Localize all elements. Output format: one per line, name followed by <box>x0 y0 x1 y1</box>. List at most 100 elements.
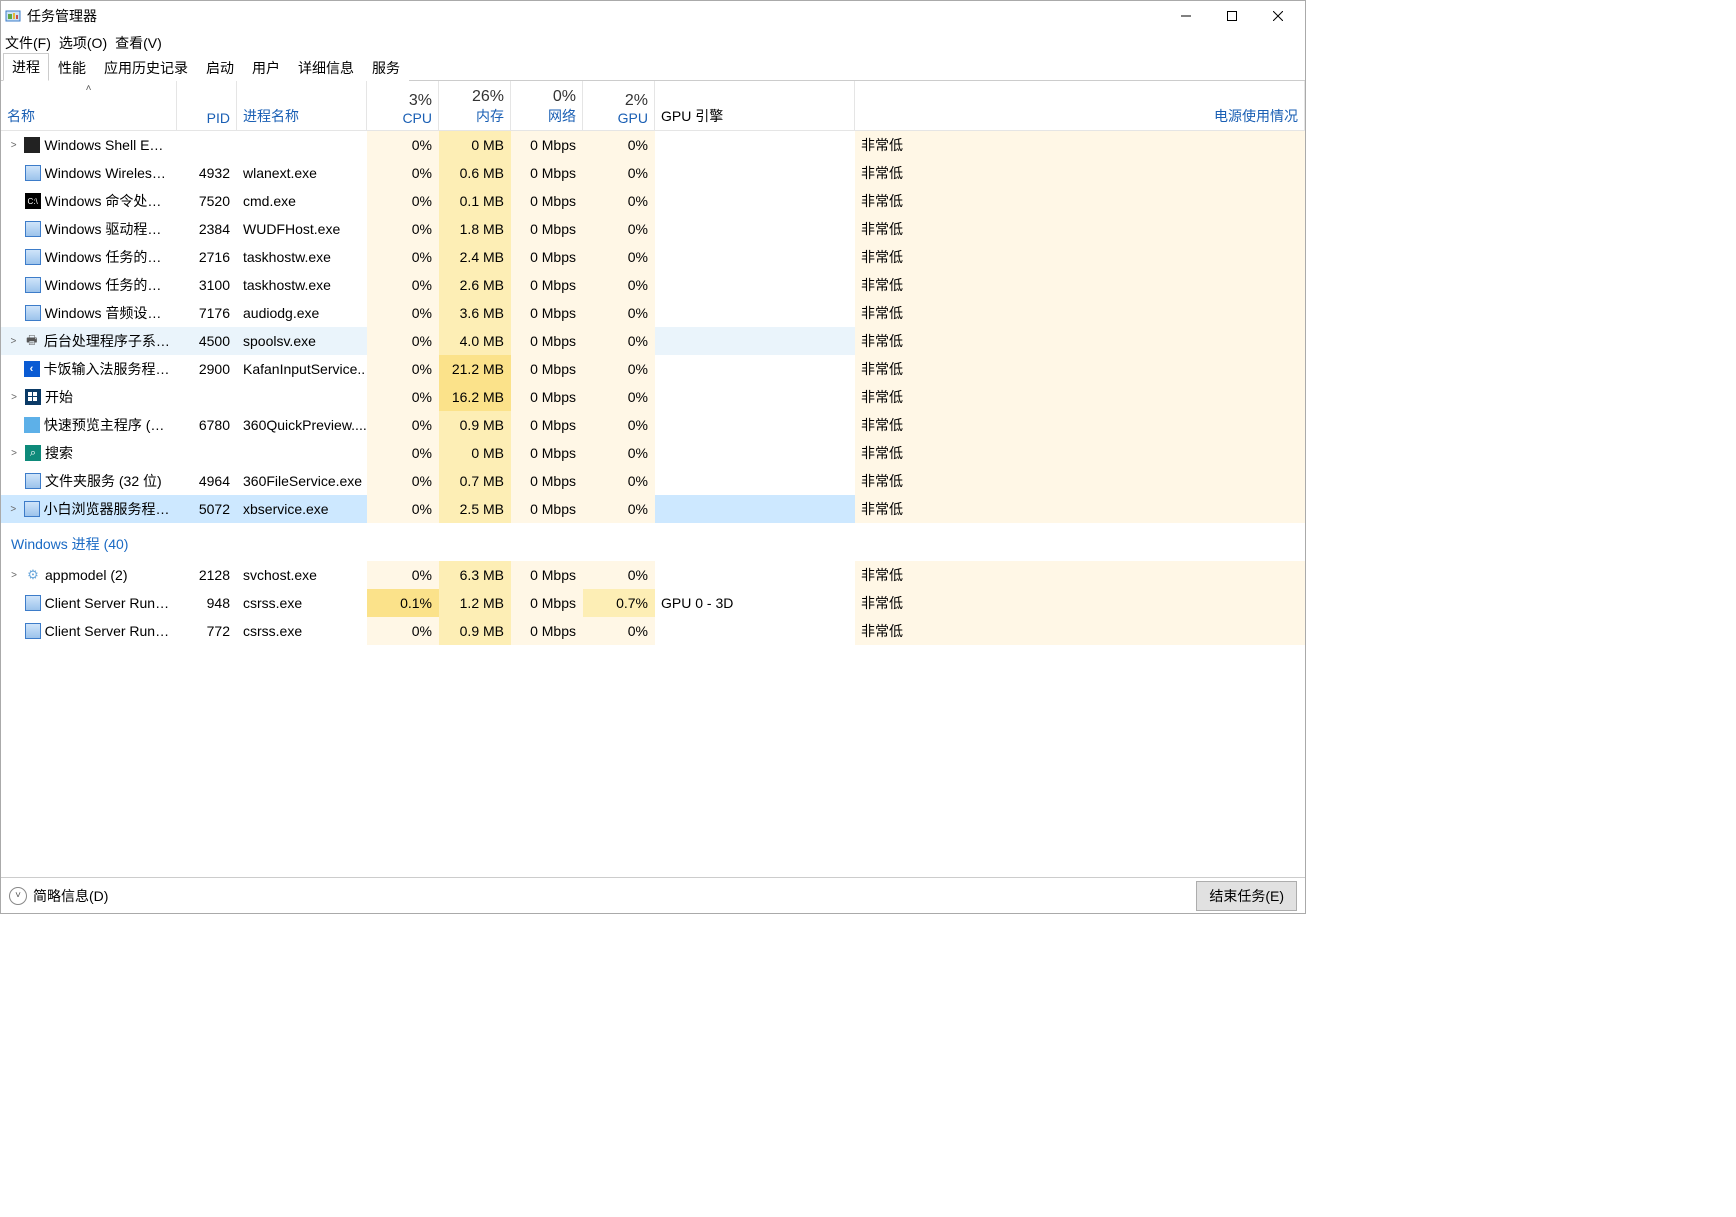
cell-gpu-engine <box>655 243 855 271</box>
process-name-label: 搜索 <box>45 443 73 463</box>
cell-gpu-engine <box>655 439 855 467</box>
expand-toggle[interactable]: > <box>7 504 20 515</box>
process-row[interactable]: Windows 任务的主... 2716 taskhostw.exe 0% 2.… <box>1 243 1305 271</box>
cell-memory: 0 MB <box>439 439 511 467</box>
cell-cpu: 0% <box>367 467 439 495</box>
cell-process-exe: KafanInputService.... <box>237 355 367 383</box>
fewer-details-toggle[interactable]: ˅ 简略信息(D) <box>9 886 108 906</box>
cell-name: > 🖶 后台处理程序子系统... <box>1 327 177 355</box>
app-icon <box>25 305 41 321</box>
expand-toggle[interactable]: > <box>7 140 20 151</box>
process-row[interactable]: Client Server Runti... 948 csrss.exe 0.1… <box>1 589 1305 617</box>
header-network[interactable]: 0%网络 <box>511 81 583 130</box>
cell-process-exe: taskhostw.exe <box>237 271 367 299</box>
cell-cpu: 0% <box>367 243 439 271</box>
minimize-button[interactable] <box>1163 1 1209 31</box>
menu-options[interactable]: 选项(O) <box>59 33 107 53</box>
menu-file[interactable]: 文件(F) <box>5 33 51 53</box>
header-name[interactable]: ˄ 名称 <box>1 81 177 130</box>
cell-gpu-engine <box>655 617 855 645</box>
cell-name: > ⌕ 搜索 <box>1 439 177 467</box>
cell-gpu: 0% <box>583 561 655 589</box>
process-row[interactable]: Client Server Runti... 772 csrss.exe 0% … <box>1 617 1305 645</box>
cell-name: > ⚙ appmodel (2) <box>1 561 177 589</box>
cell-gpu-engine: GPU 0 - 3D <box>655 589 855 617</box>
process-row[interactable]: 快速预览主程序 (32 ... 6780 360QuickPreview....… <box>1 411 1305 439</box>
process-row[interactable]: 文件夹服务 (32 位) 4964 360FileService.exe 0% … <box>1 467 1305 495</box>
header-gpu[interactable]: 2%GPU <box>583 81 655 130</box>
process-row[interactable]: Windows 任务的主... 3100 taskhostw.exe 0% 2.… <box>1 271 1305 299</box>
cell-power: 非常低 <box>855 561 1305 589</box>
header-gpu-engine[interactable]: GPU 引擎 <box>655 81 855 130</box>
cell-cpu: 0% <box>367 131 439 159</box>
process-name-label: 快速预览主程序 (32 ... <box>44 415 170 435</box>
cell-power: 非常低 <box>855 215 1305 243</box>
tab-4[interactable]: 用户 <box>243 54 289 81</box>
cell-name: 文件夹服务 (32 位) <box>1 467 177 495</box>
cell-memory: 0 MB <box>439 131 511 159</box>
tab-6[interactable]: 服务 <box>363 54 409 81</box>
cell-gpu-engine <box>655 159 855 187</box>
process-row[interactable]: > 🖶 后台处理程序子系统... 4500 spoolsv.exe 0% 4.0… <box>1 327 1305 355</box>
header-process-name[interactable]: 进程名称 <box>237 81 367 130</box>
tab-1[interactable]: 性能 <box>49 54 95 81</box>
process-row[interactable]: Windows Wireless ... 4932 wlanext.exe 0%… <box>1 159 1305 187</box>
app-icon <box>25 165 41 181</box>
process-row[interactable]: > 开始 0% 16.2 MB 0 Mbps 0% 非常低 <box>1 383 1305 411</box>
process-row[interactable]: C:\ Windows 命令处理... 7520 cmd.exe 0% 0.1 … <box>1 187 1305 215</box>
cell-memory: 4.0 MB <box>439 327 511 355</box>
header-cpu[interactable]: 3%CPU <box>367 81 439 130</box>
cell-pid: 2384 <box>177 215 237 243</box>
process-row[interactable]: Windows 驱动程序... 2384 WUDFHost.exe 0% 1.8… <box>1 215 1305 243</box>
cell-process-exe: svchost.exe <box>237 561 367 589</box>
process-name-label: Windows 命令处理... <box>45 191 170 211</box>
cell-cpu: 0% <box>367 617 439 645</box>
cell-network: 0 Mbps <box>511 271 583 299</box>
cell-name: 快速预览主程序 (32 ... <box>1 411 177 439</box>
titlebar[interactable]: 任务管理器 <box>1 1 1305 31</box>
terminal-icon: C:\ <box>25 193 41 209</box>
header-power[interactable]: 电源使用情况 <box>855 81 1305 130</box>
cell-memory: 0.7 MB <box>439 467 511 495</box>
process-name-label: Windows 音频设备... <box>45 303 170 323</box>
cell-gpu-engine <box>655 215 855 243</box>
cell-gpu: 0% <box>583 131 655 159</box>
cell-memory: 21.2 MB <box>439 355 511 383</box>
cell-process-exe <box>237 439 367 467</box>
expand-toggle[interactable]: > <box>7 336 20 347</box>
process-name-label: Windows 任务的主... <box>45 275 170 295</box>
process-row[interactable]: > 小白浏览器服务程序 ... 5072 xbservice.exe 0% 2.… <box>1 495 1305 523</box>
cell-process-exe: 360FileService.exe <box>237 467 367 495</box>
expand-toggle[interactable]: > <box>7 570 21 581</box>
cell-gpu: 0% <box>583 617 655 645</box>
menu-view[interactable]: 查看(V) <box>115 33 162 53</box>
end-task-button[interactable]: 结束任务(E) <box>1196 881 1297 911</box>
chevron-down-circle-icon: ˅ <box>9 887 27 905</box>
expand-toggle[interactable]: > <box>7 448 21 459</box>
cell-network: 0 Mbps <box>511 215 583 243</box>
content: ˄ 名称 PID 进程名称 3%CPU 26%内存 0%网络 2%GPU GPU… <box>1 81 1305 877</box>
process-row[interactable]: > Windows Shell Exp... 0% 0 MB 0 Mbps 0%… <box>1 131 1305 159</box>
process-row[interactable]: Windows 音频设备... 7176 audiodg.exe 0% 3.6 … <box>1 299 1305 327</box>
process-row[interactable]: ‹ 卡饭输入法服务程序 ... 2900 KafanInputService..… <box>1 355 1305 383</box>
cell-pid <box>177 383 237 411</box>
header-pid[interactable]: PID <box>177 81 237 130</box>
process-list[interactable]: > Windows Shell Exp... 0% 0 MB 0 Mbps 0%… <box>1 131 1305 877</box>
tab-3[interactable]: 启动 <box>197 54 243 81</box>
app-icon <box>24 137 40 153</box>
maximize-button[interactable] <box>1209 1 1255 31</box>
tab-5[interactable]: 详细信息 <box>289 54 363 81</box>
cell-cpu: 0% <box>367 271 439 299</box>
tab-2[interactable]: 应用历史记录 <box>95 54 197 81</box>
header-memory[interactable]: 26%内存 <box>439 81 511 130</box>
close-button[interactable] <box>1255 1 1301 31</box>
expand-toggle[interactable]: > <box>7 392 21 403</box>
cell-network: 0 Mbps <box>511 131 583 159</box>
process-row[interactable]: > ⚙ appmodel (2) 2128 svchost.exe 0% 6.3… <box>1 561 1305 589</box>
tab-0[interactable]: 进程 <box>3 53 49 81</box>
process-name-label: Windows Shell Exp... <box>44 137 170 153</box>
sort-ascending-icon: ˄ <box>86 83 92 94</box>
process-row[interactable]: > ⌕ 搜索 0% 0 MB 0 Mbps 0% 非常低 <box>1 439 1305 467</box>
cell-gpu-engine <box>655 299 855 327</box>
cell-pid: 3100 <box>177 271 237 299</box>
